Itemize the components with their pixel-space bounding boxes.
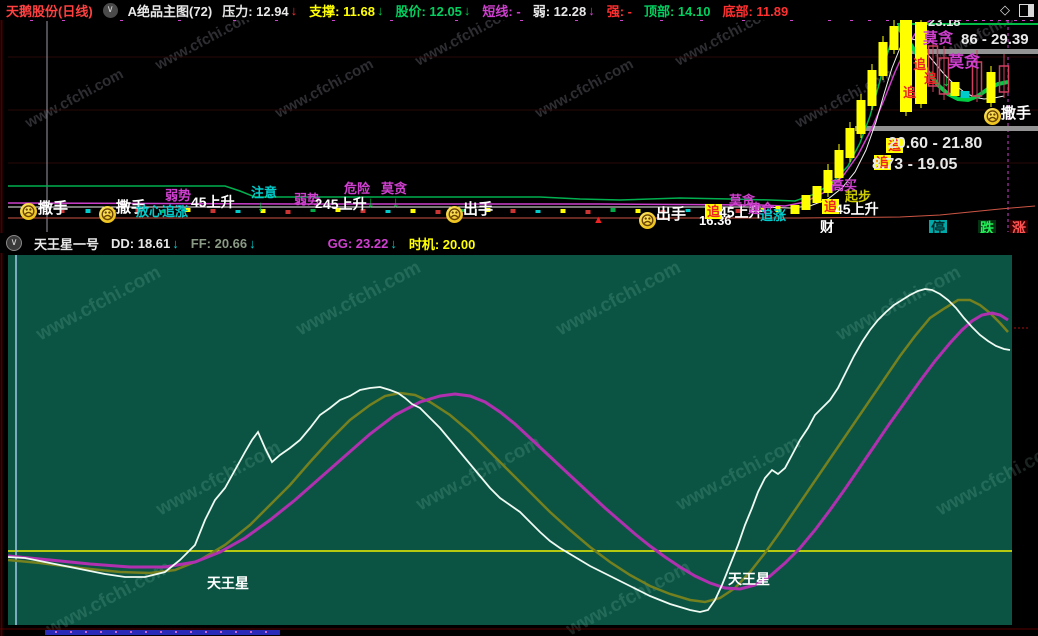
watermark: www.cfchi.com xyxy=(272,55,377,122)
sub-indicator-name: 天王星一号 xyxy=(34,236,100,252)
scrollbar-dot xyxy=(190,631,192,633)
top-field-2: 股价: 12.05 ↓ xyxy=(395,2,471,19)
window-layout-icon[interactable] xyxy=(1019,3,1034,17)
sub-indicator-fields: DD: 18.61 ↓ FF: 20.66 ↓ GG: 23.22 ↓ 时机: 20.00 xyxy=(111,234,475,253)
scrollbar-dot xyxy=(55,631,57,633)
stock-title: 天鹅股份(日线) xyxy=(6,3,93,19)
scrollbar-dot xyxy=(100,631,102,633)
top-field-3: 短线: - xyxy=(482,3,521,19)
indicator-panel: www.cfchi.comwww.cfchi.comwww.cfchi.comw… xyxy=(0,253,1038,636)
collapse-main-indicator-icon[interactable]: ∨ xyxy=(102,2,118,18)
scrollbar-dot xyxy=(235,631,237,633)
scrollbar-dot xyxy=(145,631,147,633)
top-field-7: 底部: 11.89 xyxy=(722,3,789,19)
horizontal-scrollbar[interactable] xyxy=(45,630,280,635)
main-indicator-name: A绝品主图(72) xyxy=(127,3,213,19)
main-indicator-fields: 压力: 12.94 ↓ 支撑: 11.68 ↓ 股价: 12.05 ↓ 短线: - 弱: 12… xyxy=(222,1,788,20)
trading-app-window: 天鹅股份(日线) ∨ A绝品主图(72) 压力: 12.94 ↓ 支撑: 11.68… xyxy=(0,0,1038,636)
scrollbar-dot xyxy=(85,631,87,633)
scrollbar-dot xyxy=(220,631,222,633)
main-chart-panel: www.cfchi.com www.cfchi.com www.cfchi.com w… xyxy=(0,0,1038,233)
sub-indicator-bar: ∨ 天王星一号 DD: 18.61 ↓ FF: 20.66 ↓ GG: 23.22 ↓ 时机… xyxy=(0,233,1038,253)
sub-field-3: 时机: 20.00 xyxy=(408,236,476,252)
top-field-6: 顶部: 14.10 xyxy=(643,3,711,19)
scrollbar-dot xyxy=(250,631,252,633)
top-field-4: 弱: 12.28 ↓ xyxy=(532,2,595,19)
sub-field-1: FF: 20.66 ↓ xyxy=(190,235,256,251)
watermark: www.cfchi.com xyxy=(532,55,637,122)
scrollbar-dot xyxy=(205,631,207,633)
scrollbar-dot xyxy=(265,631,267,633)
diamond-icon[interactable]: ◇ xyxy=(1000,2,1010,18)
collapse-sub-indicator-icon[interactable]: ∨ xyxy=(6,235,22,251)
scrollbar-dot xyxy=(70,631,72,633)
top-field-0: 压力: 12.94 ↓ xyxy=(222,2,298,19)
top-field-5: 强: - xyxy=(606,3,632,19)
indicator-plot-area xyxy=(8,255,1012,625)
scrollbar-dot xyxy=(115,631,117,633)
top-indicator-bar: 天鹅股份(日线) ∨ A绝品主图(72) 压力: 12.94 ↓ 支撑: 11.68… xyxy=(0,0,1038,20)
sub-field-2: GG: 23.22 ↓ xyxy=(327,235,397,251)
topbar-window-controls: ◇ xyxy=(1000,2,1034,18)
sub-field-0: DD: 18.61 ↓ xyxy=(111,235,179,251)
watermark: www.cfchi.com xyxy=(22,65,127,132)
top-field-1: 支撑: 11.68 ↓ xyxy=(309,2,384,19)
scrollbar-dot xyxy=(130,631,132,633)
watermark: www.cfchi.com xyxy=(792,65,897,132)
scrollbar-dot xyxy=(175,631,177,633)
scrollbar-dot xyxy=(160,631,162,633)
